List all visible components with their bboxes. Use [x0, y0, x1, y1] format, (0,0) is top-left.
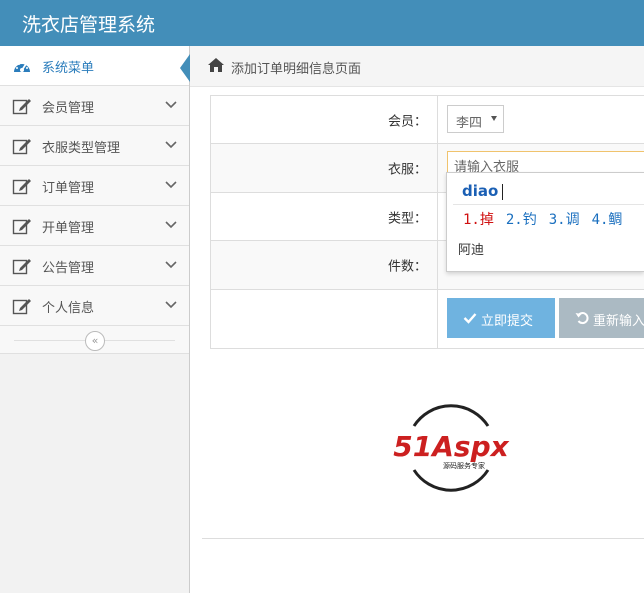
- sidebar-item-personal-info[interactable]: 个人信息: [0, 286, 189, 326]
- type-label: 类型：: [387, 211, 427, 226]
- chevron-down-icon: [165, 221, 177, 229]
- form-row-member: 会员： 李四: [211, 96, 644, 144]
- form-label-cell: 衣服：: [211, 144, 438, 192]
- submit-button[interactable]: 立即提交: [447, 298, 555, 338]
- member-select-value: 李四: [456, 116, 483, 131]
- chevron-down-icon: [165, 261, 177, 269]
- caret-down-icon: [491, 116, 497, 121]
- sidebar-item-member-management[interactable]: 会员管理: [0, 86, 189, 126]
- sidebar-item-label: 衣服类型管理: [42, 141, 121, 156]
- ime-pinyin-row: diao: [453, 179, 644, 205]
- sidebar-item-label: 系统菜单: [42, 61, 95, 76]
- sidebar-item-label: 个人信息: [42, 301, 95, 316]
- form-row-actions: 立即提交 重新输入: [211, 290, 644, 348]
- ime-candidate[interactable]: 3.调: [549, 212, 580, 228]
- edit-icon: [12, 99, 31, 115]
- ime-candidate-window: diao 1.掉 2.钓 3.调 4.鲷 阿迪: [446, 172, 644, 272]
- chevron-down-icon: [165, 141, 177, 149]
- home-icon: [208, 58, 224, 72]
- sidebar-item-system-menu[interactable]: 系统菜单: [0, 46, 190, 86]
- chevron-down-icon: [165, 101, 177, 109]
- form-label-cell: 类型：: [211, 193, 438, 240]
- ime-candidate[interactable]: 2.钓: [506, 212, 537, 228]
- undo-icon: [575, 312, 589, 325]
- form-label-cell: [211, 290, 438, 348]
- sidebar-item-label: 会员管理: [42, 101, 95, 116]
- chevron-down-icon: [165, 301, 177, 309]
- divider: [202, 538, 644, 539]
- form-label-cell: 会员：: [211, 96, 438, 143]
- logo-subtext: 源码服务专家: [443, 461, 485, 470]
- sidebar-item-label: 订单管理: [42, 181, 95, 196]
- ime-candidate[interactable]: 4.鲷: [592, 212, 623, 228]
- ime-candidates: 1.掉 2.钓 3.调 4.鲷: [463, 209, 634, 229]
- member-select[interactable]: 李四: [447, 105, 504, 133]
- logo: 51Aspx 源码服务专家: [393, 404, 510, 492]
- sidebar-item-billing-management[interactable]: 开单管理: [0, 206, 189, 246]
- reset-button[interactable]: 重新输入: [559, 298, 644, 338]
- sidebar-item-order-management[interactable]: 订单管理: [0, 166, 189, 206]
- sidebar-item-label: 公告管理: [42, 261, 95, 276]
- app-title: 洗衣店管理系统: [22, 14, 156, 36]
- sidebar-item-notice-management[interactable]: 公告管理: [0, 246, 189, 286]
- logo-text: 51Aspx: [393, 430, 509, 463]
- edit-icon: [12, 259, 31, 275]
- submit-button-label: 立即提交: [481, 314, 534, 329]
- sidebar-collapse-row: «: [0, 326, 189, 354]
- sidebar: 系统菜单 会员管理 衣服类型管理 订单管理 开单管理 公告管理 个人信息 «: [0, 46, 190, 593]
- edit-icon: [12, 179, 31, 195]
- check-icon: [463, 313, 477, 324]
- double-chevron-left-icon[interactable]: «: [85, 331, 105, 351]
- top-navbar: 洗衣店管理系统: [0, 0, 644, 46]
- text-caret: [502, 184, 503, 200]
- edit-icon: [12, 139, 31, 155]
- ime-pinyin-text: diao: [462, 182, 499, 200]
- edit-icon: [12, 299, 31, 315]
- autocomplete-suggestion[interactable]: 阿迪: [458, 239, 484, 258]
- form-label-cell: 件数：: [211, 241, 438, 289]
- count-label: 件数：: [387, 259, 427, 275]
- sidebar-item-clothes-type-management[interactable]: 衣服类型管理: [0, 126, 189, 166]
- reset-button-label: 重新输入: [593, 314, 644, 329]
- breadcrumb: 添加订单明细信息页面: [190, 46, 644, 87]
- clothes-label: 衣服：: [387, 162, 427, 178]
- ime-candidate[interactable]: 1.掉: [463, 212, 494, 228]
- member-label: 会员：: [387, 114, 427, 129]
- edit-icon: [12, 219, 31, 235]
- chevron-down-icon: [165, 181, 177, 189]
- sidebar-item-label: 开单管理: [42, 221, 95, 236]
- breadcrumb-text: 添加订单明细信息页面: [231, 62, 362, 77]
- dashboard-icon: [14, 61, 30, 72]
